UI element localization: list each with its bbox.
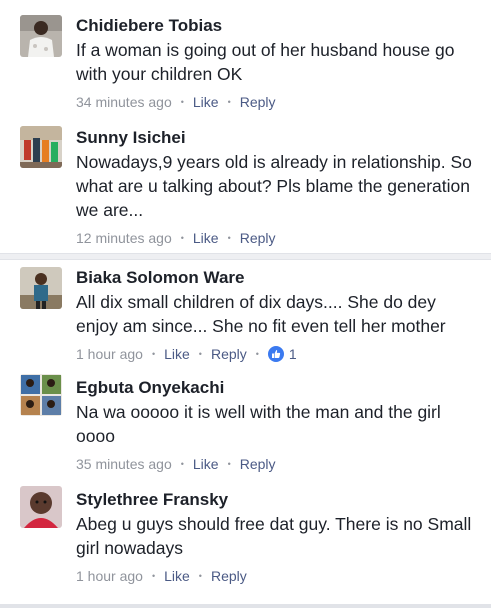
comment-meta: 34 minutes ago • Like • Reply xyxy=(76,93,479,111)
separator-dot: • xyxy=(180,459,184,469)
like-link[interactable]: Like xyxy=(164,567,190,585)
avatar[interactable] xyxy=(20,267,62,309)
comment-body: Egbuta Onyekachi Na wa ooooo it is well … xyxy=(76,377,479,473)
separator-dot: • xyxy=(151,349,156,359)
separator-dot: • xyxy=(180,233,184,243)
commenter-name[interactable]: Biaka Solomon Ware xyxy=(76,267,479,289)
comment-item: Chidiebere Tobias If a woman is going ou… xyxy=(0,0,491,116)
comment-body: Stylethree Fransky Abeg u guys should fr… xyxy=(76,489,479,585)
separator-dot: • xyxy=(227,459,231,469)
separator-dot: • xyxy=(151,571,156,581)
separator-dot: • xyxy=(255,349,259,359)
like-link[interactable]: Like xyxy=(164,345,190,363)
comment-divider xyxy=(0,253,491,260)
reply-link[interactable]: Reply xyxy=(211,345,247,363)
separator-dot: • xyxy=(198,571,202,581)
reaction-count[interactable]: 1 xyxy=(289,345,297,363)
avatar[interactable] xyxy=(20,126,62,168)
comment-time[interactable]: 35 minutes ago xyxy=(76,455,172,473)
comment-body: Chidiebere Tobias If a woman is going ou… xyxy=(76,15,479,111)
separator-dot: • xyxy=(227,97,231,107)
comment-meta: 35 minutes ago • Like • Reply xyxy=(76,455,479,473)
commenter-name[interactable]: Egbuta Onyekachi xyxy=(76,377,479,399)
reply-link[interactable]: Reply xyxy=(240,229,276,247)
comment-body: Sunny Isichei Nowadays,9 years old is al… xyxy=(76,127,479,247)
commenter-name[interactable]: Sunny Isichei xyxy=(76,127,479,149)
comment-meta: 12 minutes ago • Like • Reply xyxy=(76,229,479,247)
comment-list: Chidiebere Tobias If a woman is going ou… xyxy=(0,0,491,604)
comment-body: Biaka Solomon Ware All dix small childre… xyxy=(76,267,479,363)
comment-meta: 1 hour ago • Like • Reply • 1 xyxy=(76,345,479,363)
reply-link[interactable]: Reply xyxy=(211,567,247,585)
avatar[interactable] xyxy=(20,486,62,528)
commenter-name[interactable]: Chidiebere Tobias xyxy=(76,15,479,37)
comment-time[interactable]: 34 minutes ago xyxy=(76,93,172,111)
reply-link[interactable]: Reply xyxy=(240,93,276,111)
comment-time[interactable]: 1 hour ago xyxy=(76,567,143,585)
comment-item: Stylethree Fransky Abeg u guys should fr… xyxy=(0,486,491,604)
comment-time[interactable]: 1 hour ago xyxy=(76,345,143,363)
separator-dot: • xyxy=(180,97,184,107)
comment-text: All dix small children of dix days.... S… xyxy=(76,292,446,336)
avatar[interactable] xyxy=(20,15,62,57)
comment-time[interactable]: 12 minutes ago xyxy=(76,229,172,247)
next-comment-edge xyxy=(0,604,491,608)
thumbs-up-icon[interactable] xyxy=(267,346,284,362)
like-link[interactable]: Like xyxy=(193,229,219,247)
commenter-name[interactable]: Stylethree Fransky xyxy=(76,489,479,511)
like-link[interactable]: Like xyxy=(193,93,219,111)
comment-item: Egbuta Onyekachi Na wa ooooo it is well … xyxy=(0,372,491,486)
avatar[interactable] xyxy=(20,374,62,416)
reply-link[interactable]: Reply xyxy=(240,455,276,473)
comment-text: Nowadays,9 years old is already in relat… xyxy=(76,152,472,220)
comment-meta: 1 hour ago • Like • Reply xyxy=(76,567,479,585)
comment-item: Biaka Solomon Ware All dix small childre… xyxy=(0,260,491,372)
separator-dot: • xyxy=(227,233,231,243)
comment-item: Sunny Isichei Nowadays,9 years old is al… xyxy=(0,116,491,253)
comment-text: Na wa ooooo it is well with the man and … xyxy=(76,402,441,446)
comment-text: If a woman is going out of her husband h… xyxy=(76,40,455,84)
separator-dot: • xyxy=(198,349,202,359)
comment-text: Abeg u guys should free dat guy. There i… xyxy=(76,514,472,558)
like-link[interactable]: Like xyxy=(193,455,219,473)
